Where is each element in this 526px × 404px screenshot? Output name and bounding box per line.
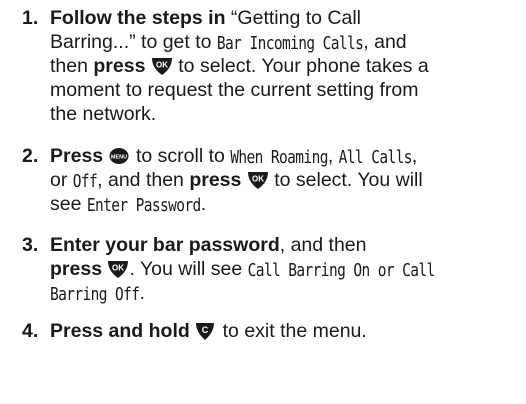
text: “Getting to Call <box>225 7 361 29</box>
lcd-text: Off <box>72 172 98 192</box>
step-body: Enter your bar password, and then press … <box>50 233 520 305</box>
step-line: moment to request the current setting fr… <box>50 78 520 102</box>
bold-text: Press <box>50 145 104 167</box>
text: the network. <box>50 103 157 125</box>
text: , and then <box>279 234 367 256</box>
lcd-text: Enter Password <box>86 196 201 216</box>
clear-key-label: C <box>202 325 209 335</box>
lcd-text: All Calls <box>338 148 413 168</box>
text: , <box>327 145 339 167</box>
text: , and <box>363 31 407 53</box>
step-number: 2. <box>22 145 39 167</box>
text: to select. Your phone takes a <box>172 55 429 77</box>
step-line: press OK . You will see Call Barring On … <box>50 257 520 281</box>
step-number: 3. <box>22 234 39 256</box>
lcd-text: Call Barring On or Call <box>247 261 436 281</box>
step-body: Press and hold C to exit the menu. <box>50 319 520 343</box>
ok-key-icon: OK <box>247 170 269 190</box>
bold-text: Follow the steps in <box>50 7 226 29</box>
text: . <box>139 282 145 304</box>
step-line: Enter your bar password, and then <box>50 233 520 257</box>
text: . You will see <box>129 258 248 280</box>
ok-key-label: OK <box>156 61 168 70</box>
lcd-text: Bar Incoming Calls <box>216 34 364 54</box>
step-line: Barring...” to get to Bar Incoming Calls… <box>50 30 520 54</box>
bold-text: press <box>50 258 103 280</box>
step-line: or Off, and then press OK to select. You… <box>50 168 520 192</box>
text: or <box>50 169 73 191</box>
lcd-text: Barring Off <box>50 285 140 305</box>
step-line: the network. <box>50 102 520 126</box>
bold-text: Press and hold <box>50 320 190 342</box>
step-number: 4. <box>22 320 39 342</box>
text: see <box>50 193 87 215</box>
ok-key-icon: OK <box>107 259 129 279</box>
menu-key-label: MENU <box>110 154 126 160</box>
text: . <box>200 193 207 215</box>
text: Barring...” to get to <box>50 31 217 53</box>
ok-key-label: OK <box>112 264 124 273</box>
text: , <box>411 145 418 167</box>
text: moment to request the current setting fr… <box>50 79 419 101</box>
step-body: Press MENU to scroll to When Roaming, Al… <box>50 144 520 216</box>
text: then <box>50 55 94 77</box>
text: to scroll to <box>130 145 231 167</box>
step-line: Press and hold C to exit the menu. <box>50 319 520 343</box>
bold-text: press <box>189 169 242 191</box>
step-line: Press MENU to scroll to When Roaming, Al… <box>50 144 520 168</box>
step-body: Follow the steps in “Getting to Call Bar… <box>50 6 520 126</box>
ok-key-icon: OK <box>151 56 173 76</box>
step-line: Barring Off. <box>50 281 520 305</box>
bold-text: press <box>93 55 146 77</box>
menu-key-icon: MENU <box>109 146 131 166</box>
step-number: 1. <box>22 7 39 29</box>
step-line: then press OK to select. Your phone take… <box>50 54 520 78</box>
ok-key-label: OK <box>252 175 264 184</box>
text: , and then <box>97 169 190 191</box>
bold-text: Enter your bar password <box>50 234 280 256</box>
step-line: Follow the steps in “Getting to Call <box>50 6 520 30</box>
lcd-text: When Roaming <box>230 148 328 168</box>
text: to select. You will <box>268 169 423 191</box>
text: to exit the menu. <box>217 320 367 342</box>
step-line: see Enter Password. <box>50 192 520 216</box>
clear-key-icon: C <box>195 321 217 341</box>
